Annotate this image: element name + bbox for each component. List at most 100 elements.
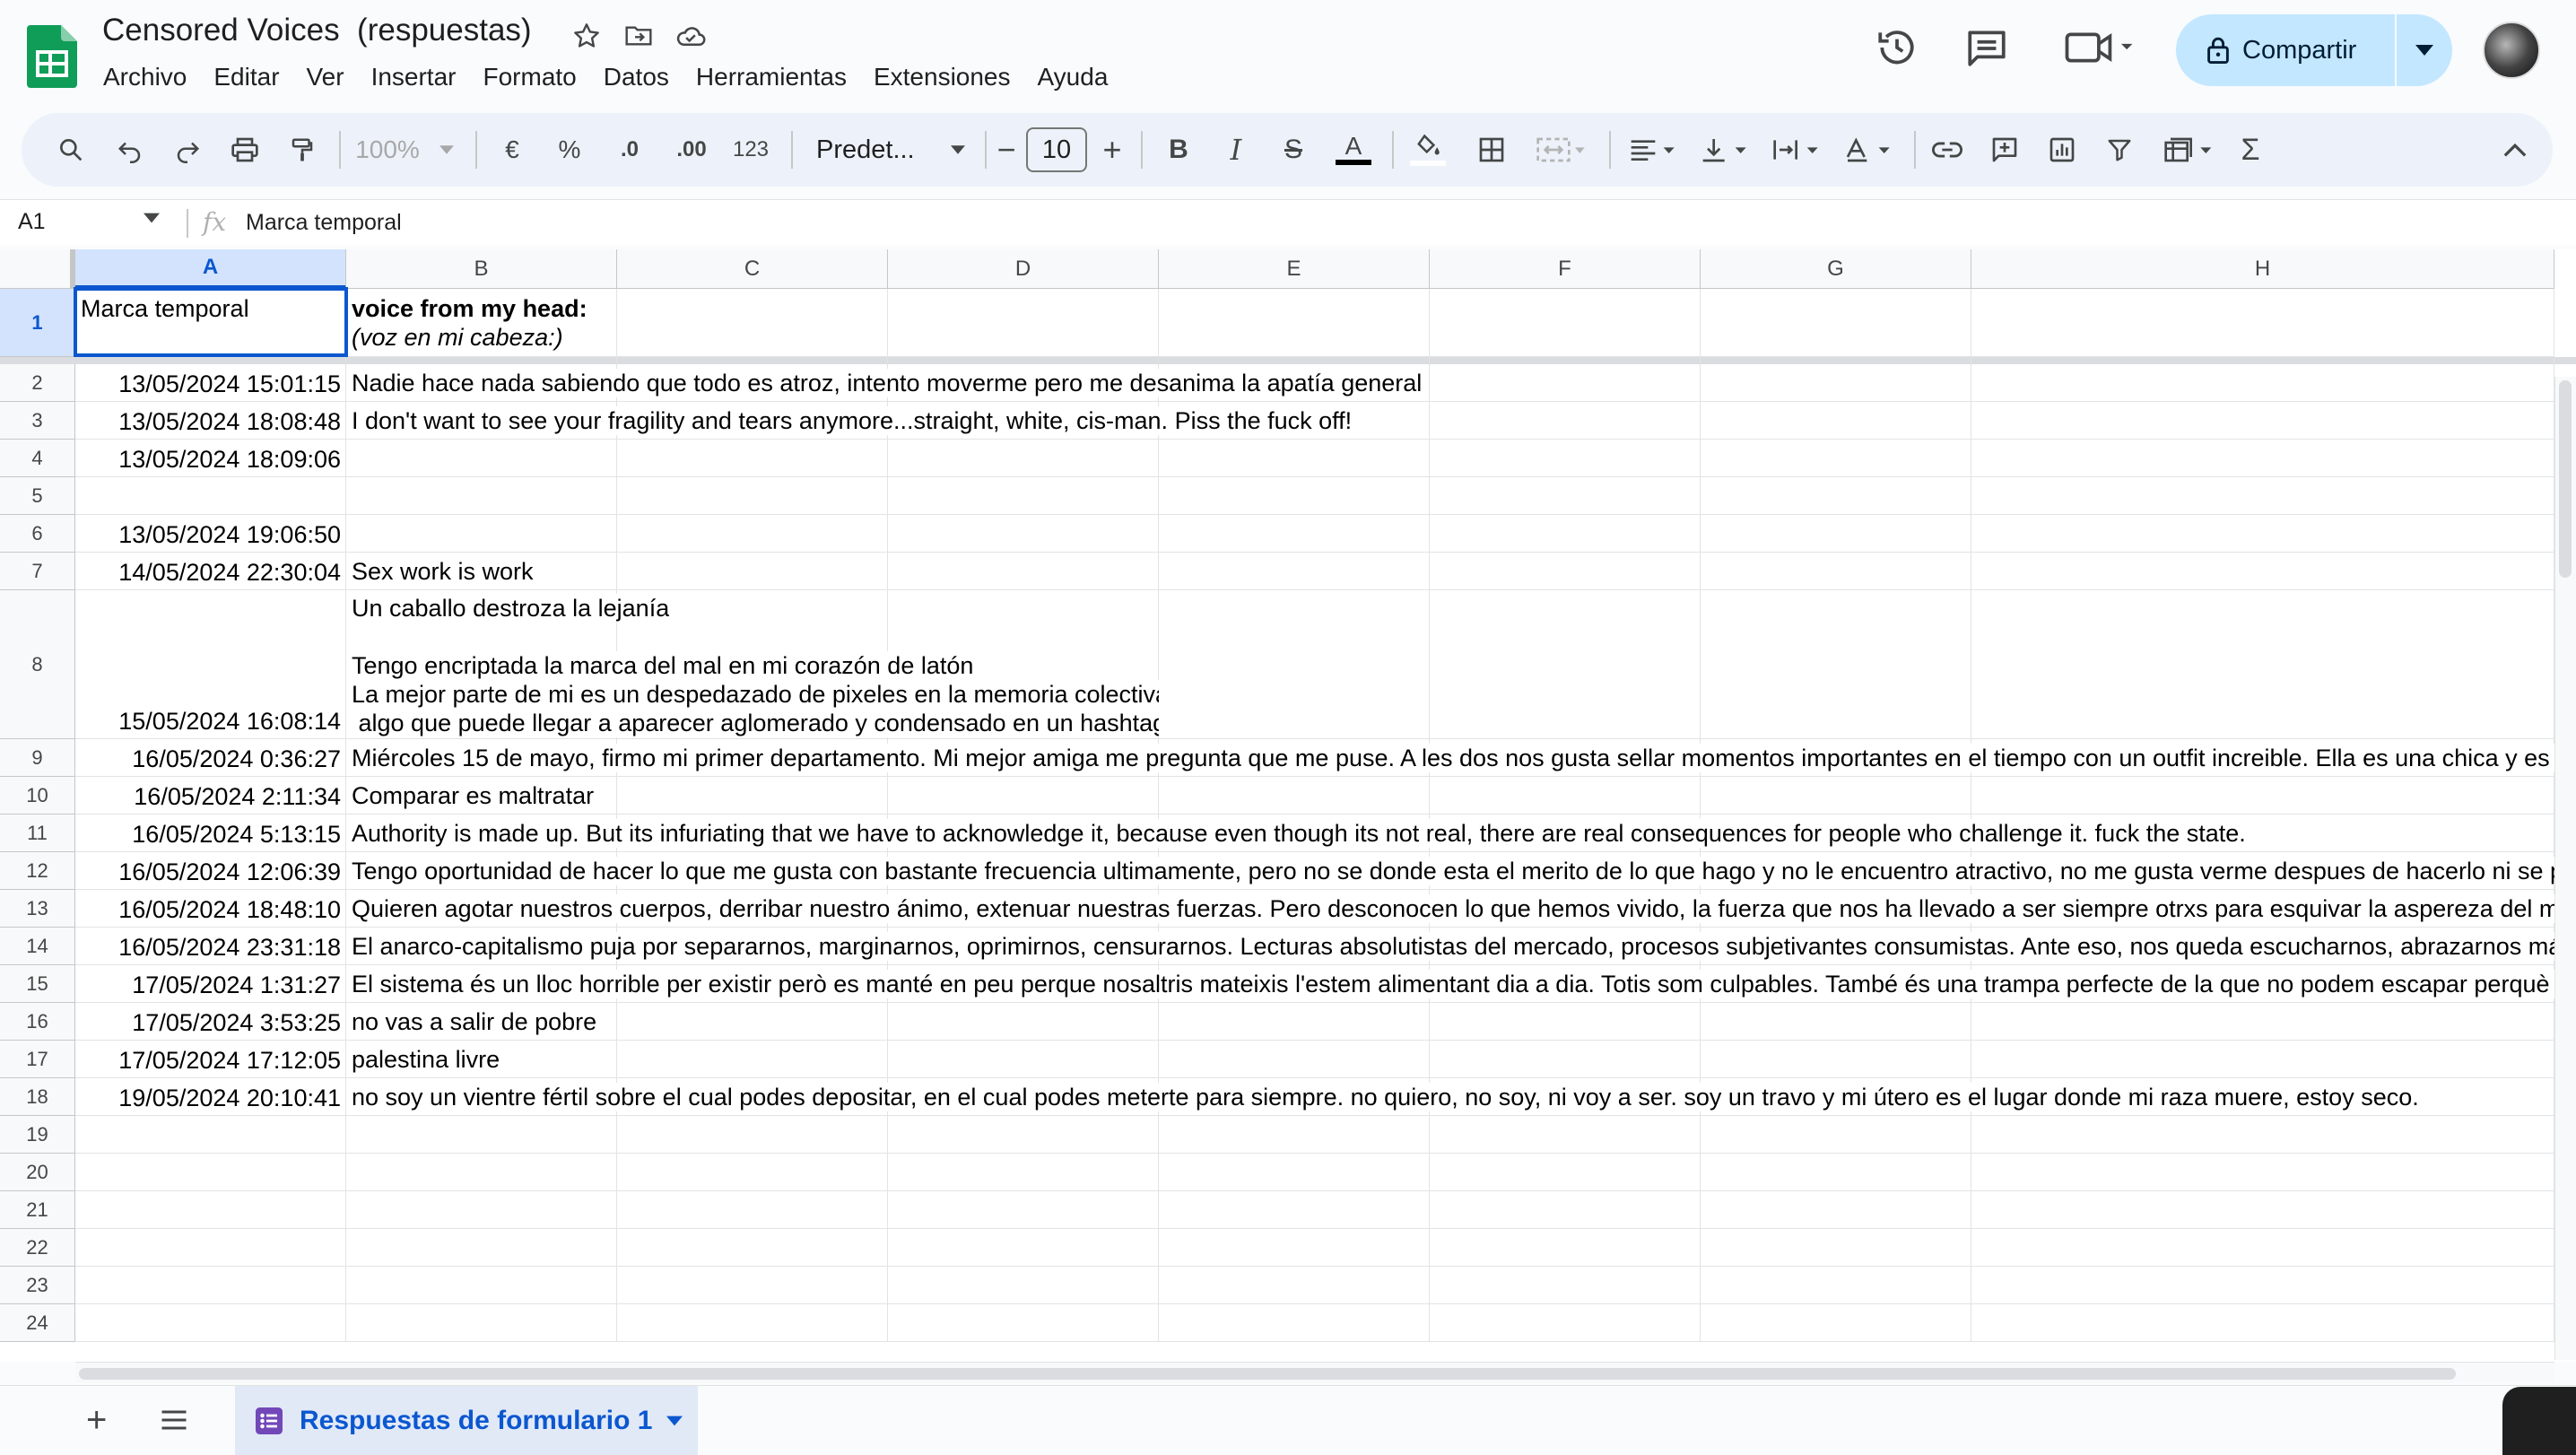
paint-format-icon[interactable] (280, 113, 325, 187)
column-header-d[interactable]: D (888, 249, 1159, 289)
spreadsheet-grid[interactable]: A B C D E F G H 1 2 3 4 5 6 7 8 9 10 11 12 13 14 15 16 17 18 19 20 2… (0, 249, 2576, 1362)
increase-font-size-button[interactable]: + (1094, 113, 1130, 187)
row-header-2[interactable]: 2 (0, 364, 75, 402)
insert-comment-icon[interactable] (1982, 113, 2027, 187)
formula-input[interactable]: Marca temporal (246, 210, 402, 236)
row-header-22[interactable]: 22 (0, 1229, 75, 1267)
menu-ayuda[interactable]: Ayuda (1024, 61, 1122, 93)
search-menus-icon[interactable] (48, 113, 93, 187)
menu-formato[interactable]: Formato (470, 61, 590, 93)
fill-color-button[interactable] (1403, 113, 1453, 187)
row-header-15[interactable]: 15 (0, 965, 75, 1003)
text-rotation-icon[interactable] (1835, 113, 1903, 187)
row-header-11[interactable]: 11 (0, 815, 75, 852)
row-header-19[interactable]: 19 (0, 1116, 75, 1154)
borders-icon[interactable] (1469, 113, 1514, 187)
menu-archivo[interactable]: Archivo (90, 61, 200, 93)
move-folder-icon[interactable] (622, 18, 655, 54)
vertical-align-icon[interactable] (1692, 113, 1760, 187)
text-color-button[interactable]: A (1331, 113, 1376, 187)
row-header-24[interactable]: 24 (0, 1304, 75, 1342)
column-header-h[interactable]: H (1971, 249, 2554, 289)
menu-datos[interactable]: Datos (590, 61, 683, 93)
strikethrough-button[interactable]: S (1274, 113, 1313, 187)
filter-icon[interactable] (2097, 113, 2142, 187)
collapse-toolbar-icon[interactable] (2497, 113, 2533, 187)
row-header-8[interactable]: 8 (0, 590, 75, 739)
merge-cells-icon[interactable] (1525, 113, 1597, 187)
share-dropdown-button[interactable] (2397, 45, 2452, 56)
menu-insertar[interactable]: Insertar (358, 61, 470, 93)
row-header-7[interactable]: 7 (0, 553, 75, 590)
row-header-12[interactable]: 12 (0, 852, 75, 890)
row-header-21[interactable]: 21 (0, 1191, 75, 1229)
frozen-rows-divider[interactable] (0, 357, 2576, 364)
column-header-c[interactable]: C (617, 249, 888, 289)
text-wrapping-icon[interactable] (1763, 113, 1832, 187)
column-header-g[interactable]: G (1701, 249, 1971, 289)
row-header-18[interactable]: 18 (0, 1078, 75, 1116)
column-header-f[interactable]: F (1430, 249, 1701, 289)
horizontal-scroll-thumb[interactable] (79, 1368, 2456, 1380)
meet-video-icon[interactable] (2063, 25, 2138, 70)
increase-decimals-button[interactable]: .00 (664, 113, 719, 187)
menu-ver[interactable]: Ver (293, 61, 358, 93)
sheets-logo-icon[interactable] (27, 25, 77, 88)
row-header-10[interactable]: 10 (0, 777, 75, 815)
row-header-16[interactable]: 16 (0, 1003, 75, 1041)
row-header-14[interactable]: 14 (0, 928, 75, 965)
version-history-icon[interactable] (1875, 25, 1919, 70)
add-sheet-button[interactable]: + (86, 1402, 107, 1438)
decrease-decimals-button[interactable]: .0 (605, 113, 655, 187)
column-header-a[interactable]: A (75, 249, 346, 289)
comments-icon[interactable] (1964, 25, 2009, 70)
column-header-b[interactable]: B (346, 249, 617, 289)
sheet-tab-dropdown-icon[interactable] (666, 1416, 683, 1426)
horizontal-align-icon[interactable] (1620, 113, 1688, 187)
insert-link-icon[interactable] (1925, 113, 1970, 187)
insert-chart-icon[interactable] (2040, 113, 2084, 187)
star-icon[interactable] (570, 18, 603, 54)
percent-format-button[interactable]: % (549, 113, 590, 187)
font-family-select[interactable]: Predet... (804, 113, 974, 187)
horizontal-scrollbar[interactable] (75, 1362, 2554, 1383)
decrease-font-size-button[interactable]: − (994, 113, 1019, 187)
row-header-3[interactable]: 3 (0, 402, 75, 440)
bold-button[interactable]: B (1159, 113, 1198, 187)
undo-icon[interactable] (108, 113, 152, 187)
row-header-6[interactable]: 6 (0, 515, 75, 553)
menu-extensiones[interactable]: Extensiones (860, 61, 1024, 93)
sheet-tab-active[interactable]: Respuestas de formulario 1 (235, 1386, 698, 1455)
name-box-dropdown-icon[interactable] (144, 213, 160, 223)
menu-editar[interactable]: Editar (200, 61, 292, 93)
row-header-13[interactable]: 13 (0, 890, 75, 928)
filter-views-icon[interactable] (2153, 113, 2224, 187)
functions-icon[interactable]: Σ (2228, 113, 2273, 187)
account-avatar[interactable] (2483, 22, 2540, 79)
cloud-saved-icon[interactable] (674, 18, 707, 54)
number-format-button[interactable]: 123 (721, 113, 780, 187)
font-size-input[interactable]: 10 (1026, 127, 1087, 172)
redo-icon[interactable] (165, 113, 210, 187)
vertical-scrollbar[interactable] (2554, 377, 2576, 1360)
all-sheets-menu-icon[interactable] (158, 1404, 190, 1436)
row-header-5[interactable]: 5 (0, 477, 75, 515)
column-header-e[interactable]: E (1159, 249, 1430, 289)
italic-button[interactable]: I (1216, 113, 1256, 187)
row-header-20[interactable]: 20 (0, 1154, 75, 1191)
vertical-scroll-thumb[interactable] (2559, 380, 2572, 578)
row-header-17[interactable]: 17 (0, 1041, 75, 1078)
active-cell-a1[interactable] (74, 287, 348, 357)
name-box[interactable]: A1 (18, 209, 46, 235)
share-button[interactable]: Compartir (2176, 14, 2395, 86)
print-icon[interactable] (222, 113, 267, 187)
zoom-select[interactable]: 100% (346, 113, 463, 187)
row-header-4[interactable]: 4 (0, 440, 75, 477)
row-header-9[interactable]: 9 (0, 739, 75, 777)
select-all-corner[interactable] (0, 249, 75, 289)
menu-herramientas[interactable]: Herramientas (683, 61, 860, 93)
document-title[interactable]: Censored Voices (respuestas) (102, 13, 532, 48)
row-header-1[interactable]: 1 (0, 289, 75, 357)
currency-format-button[interactable]: € (492, 113, 533, 187)
row-header-23[interactable]: 23 (0, 1267, 75, 1304)
